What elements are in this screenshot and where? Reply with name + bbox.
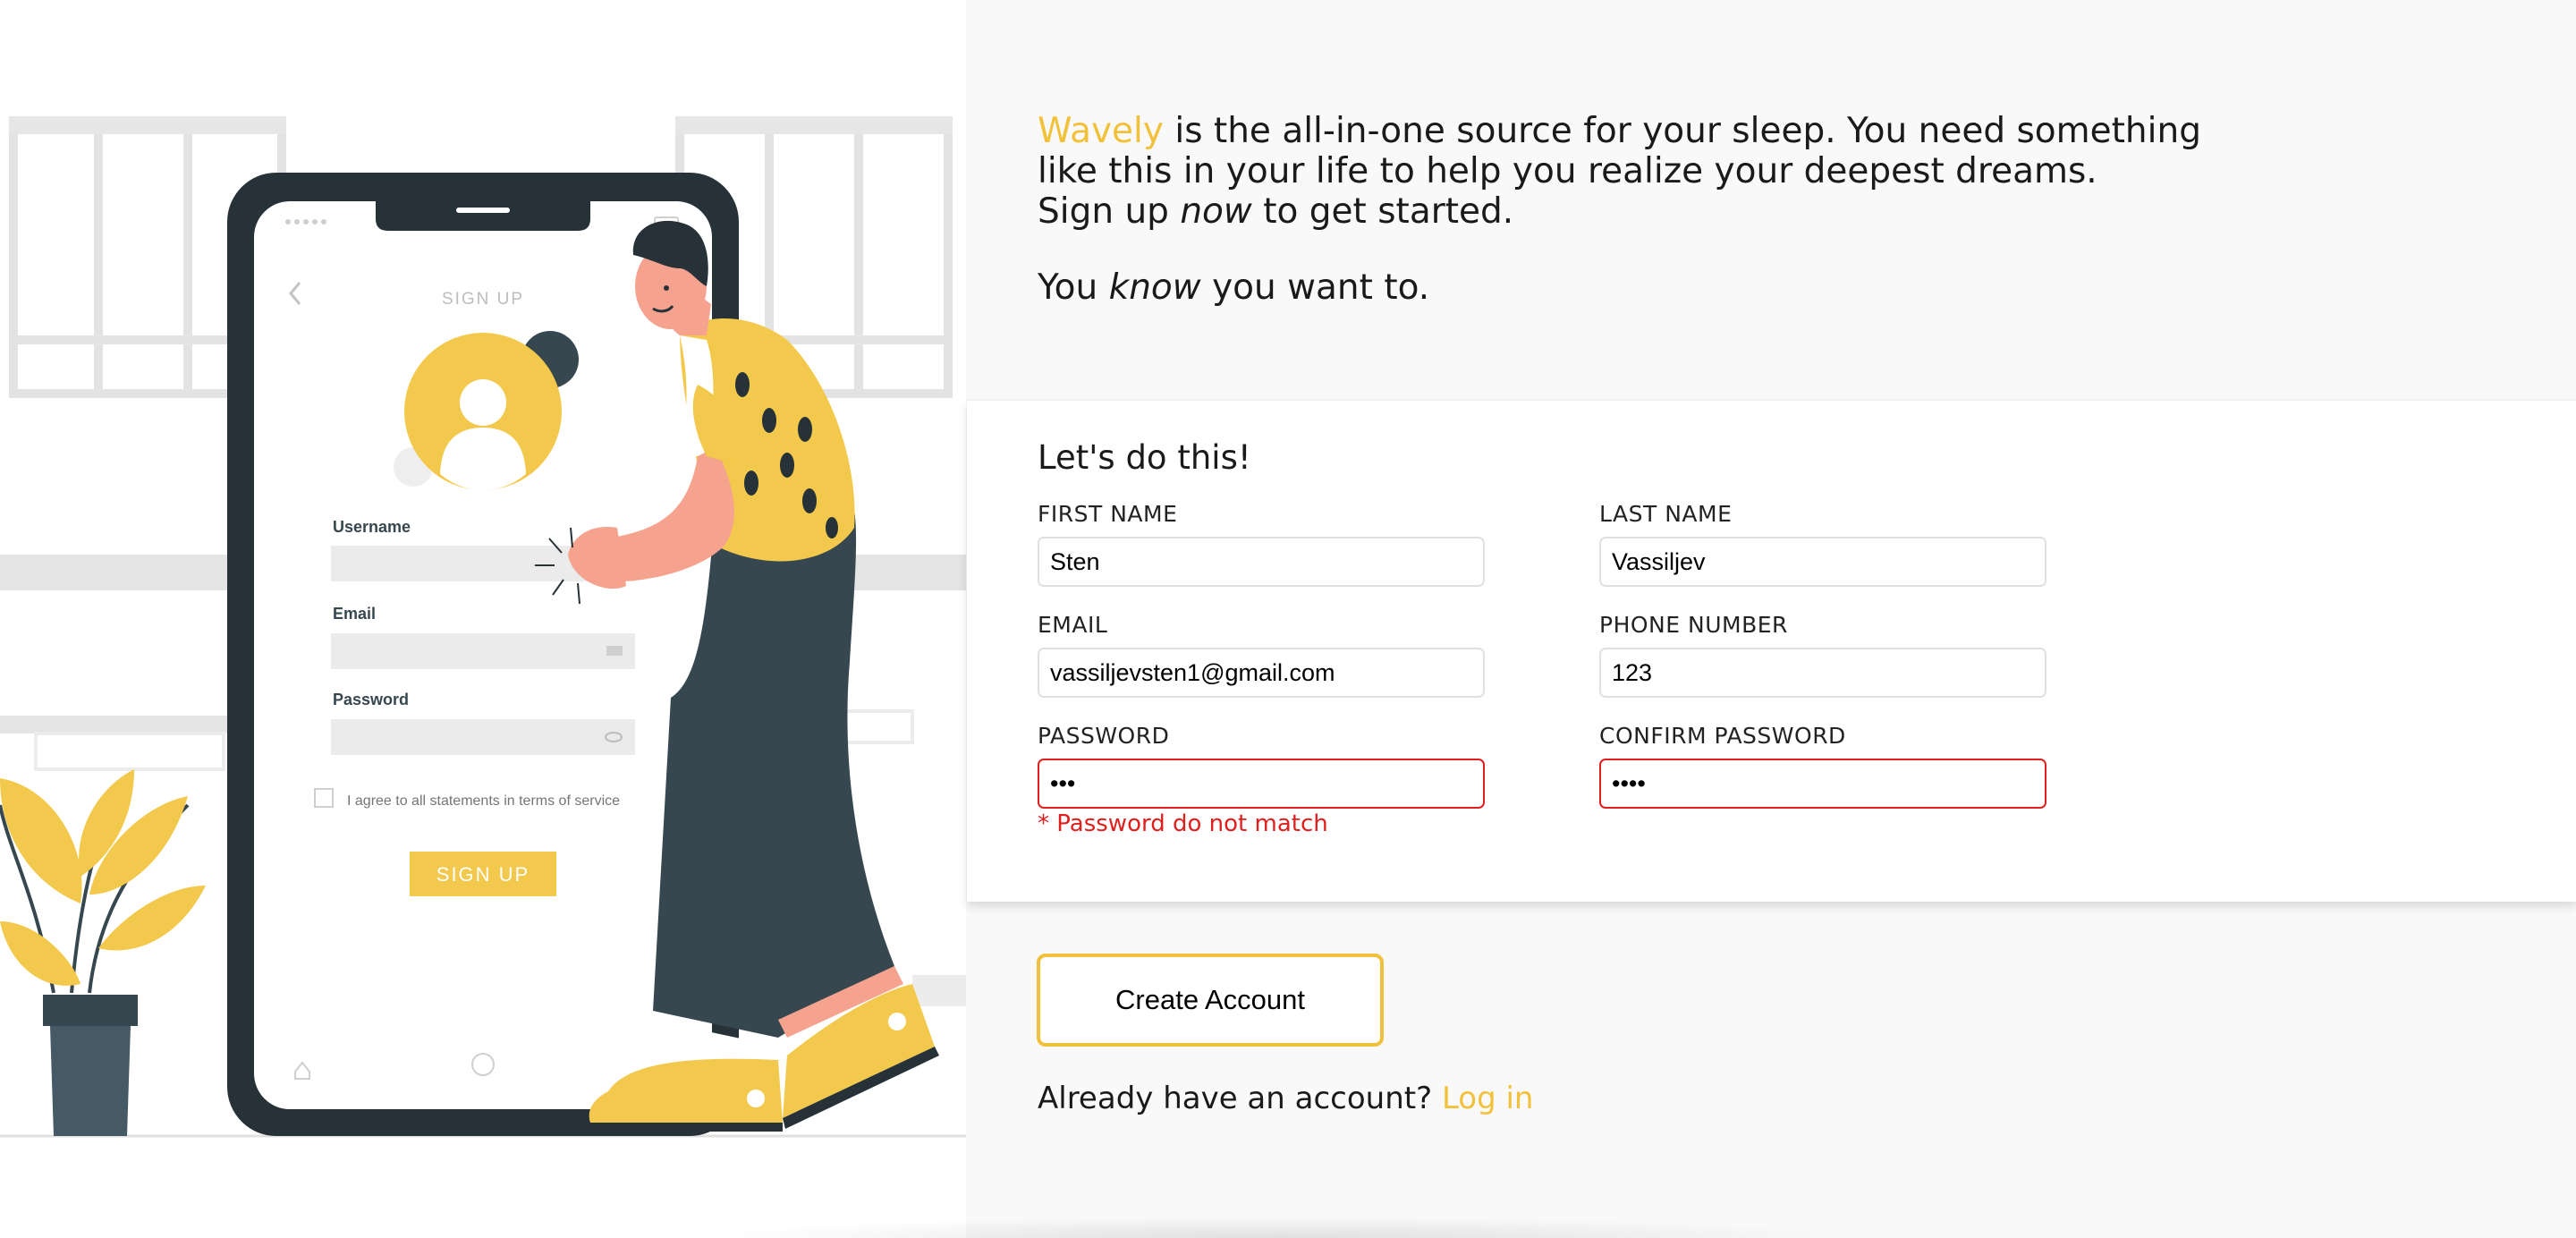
form-title: Let's do this! xyxy=(1038,438,1251,477)
bottom-shadow xyxy=(698,1217,1860,1238)
confirm-password-label: CONFIRM PASSWORD xyxy=(1599,723,1846,749)
password-box xyxy=(331,719,635,755)
phone-label: PHONE NUMBER xyxy=(1599,612,1788,638)
intro-text: Wavely is the all-in-one source for your… xyxy=(1038,111,2290,308)
email-label: EMAIL xyxy=(1038,612,1108,638)
email-field: EMAIL xyxy=(1038,612,1485,698)
desk-drawer xyxy=(34,732,225,771)
last-name-field: LAST NAME xyxy=(1599,501,2046,587)
email-label: Email xyxy=(333,605,376,623)
desk-left xyxy=(0,716,233,733)
last-name-label: LAST NAME xyxy=(1599,501,1733,527)
terms-text: I agree to all statements in terms of se… xyxy=(347,793,620,809)
phone-field: PHONE NUMBER xyxy=(1599,612,2046,698)
floor-block xyxy=(912,975,966,1006)
first-name-input[interactable] xyxy=(1038,537,1485,587)
phone-input[interactable] xyxy=(1599,648,2046,698)
plant xyxy=(0,769,206,1136)
intro-line-3: Sign up now to get started. xyxy=(1038,191,1514,232)
intro-line-1: Wavely is the all-in-one source for your… xyxy=(1038,111,2201,151)
username-label: Username xyxy=(333,518,411,536)
password-error-message: * Password do not match xyxy=(1038,810,1328,837)
create-account-button[interactable]: Create Account xyxy=(1037,954,1384,1047)
window-right-top xyxy=(675,116,953,134)
brand-name: Wavely xyxy=(1038,111,1164,151)
password-label: Password xyxy=(333,691,409,708)
hero-illustration: SIGN UP Username Email Password I agree … xyxy=(0,0,966,1238)
phone-signup-label: SIGN UP xyxy=(436,863,530,886)
confirm-password-input[interactable] xyxy=(1599,759,2046,809)
password-label: PASSWORD xyxy=(1038,723,1170,749)
phone-title: SIGN UP xyxy=(442,290,524,309)
phone-notch xyxy=(376,201,590,231)
password-field: PASSWORD xyxy=(1038,723,1485,809)
login-link[interactable]: Log in xyxy=(1442,1081,1534,1116)
first-name-label: FIRST NAME xyxy=(1038,501,1178,527)
signup-form: Let's do this! FIRST NAME LAST NAME EMAI… xyxy=(967,401,2576,902)
email-box xyxy=(331,633,635,669)
email-input[interactable] xyxy=(1038,648,1485,698)
password-input[interactable] xyxy=(1038,759,1485,809)
mail-icon xyxy=(606,646,623,656)
signup-illustration: SIGN UP Username Email Password I agree … xyxy=(0,116,966,1138)
login-prompt: Already have an account? Log in xyxy=(1038,1081,1534,1116)
window-left-top xyxy=(9,116,286,134)
last-name-input[interactable] xyxy=(1599,537,2046,587)
intro-line-2: like this in your life to help you reali… xyxy=(1038,151,2097,191)
first-name-field: FIRST NAME xyxy=(1038,501,1485,587)
confirm-password-field: CONFIRM PASSWORD xyxy=(1599,723,2046,809)
intro-line-4: You know you want to. xyxy=(1038,267,1430,308)
